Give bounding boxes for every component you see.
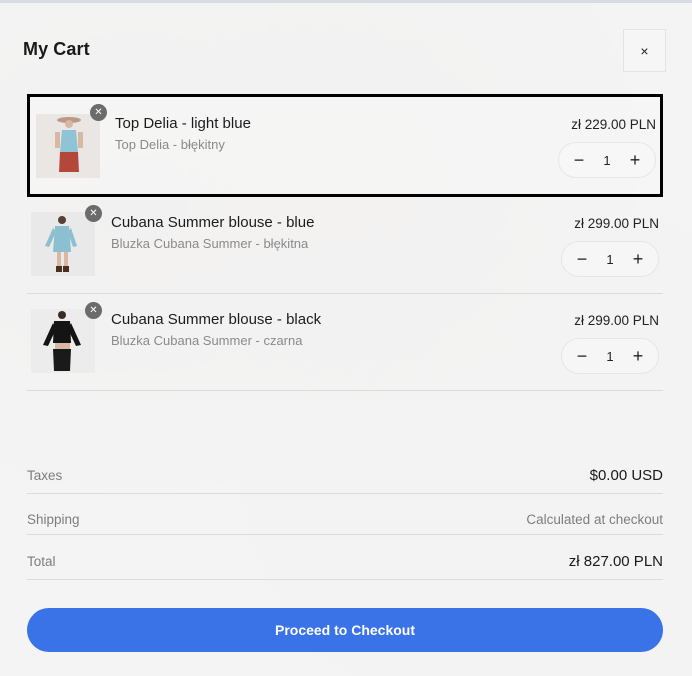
item-name: Cubana Summer blouse - black	[111, 311, 322, 328]
cart-drawer: My Cart × ✕ Top Delia - light blue Top D…	[0, 0, 692, 676]
item-price: zł 299.00 PLN	[574, 313, 659, 328]
decrement-button[interactable]: −	[574, 347, 590, 365]
product-image-top-delia[interactable]	[36, 114, 100, 178]
increment-button[interactable]: +	[630, 250, 646, 268]
remove-item-button[interactable]: ✕	[85, 205, 102, 222]
shipping-value: Calculated at checkout	[526, 512, 663, 527]
cart-item: ✕ Cubana Summer blouse - blue Bluzka Cub…	[27, 198, 663, 293]
total-label: Total	[27, 554, 56, 569]
decrement-button[interactable]: −	[571, 151, 587, 169]
quantity-stepper: − 1 +	[561, 241, 659, 277]
item-divider	[27, 293, 663, 294]
quantity-value: 1	[606, 348, 614, 364]
item-subname: Bluzka Cubana Summer - błękitna	[111, 236, 309, 251]
total-value: zł 827.00 PLN	[568, 553, 663, 570]
summary-divider	[27, 534, 663, 535]
increment-button[interactable]: +	[627, 151, 643, 169]
item-price: zł 229.00 PLN	[571, 117, 656, 132]
summary-divider	[27, 579, 663, 580]
cart-item: ✕ Cubana Summer blouse - black Bluzka Cu…	[27, 295, 663, 390]
item-subname: Bluzka Cubana Summer - czarna	[111, 333, 303, 348]
decrement-button[interactable]: −	[574, 250, 590, 268]
shipping-label: Shipping	[27, 512, 80, 527]
close-icon: ×	[640, 42, 649, 59]
cart-item: ✕ Top Delia - light blue Top Delia - błę…	[27, 94, 663, 197]
item-divider	[27, 390, 663, 391]
quantity-value: 1	[606, 251, 614, 267]
item-name: Cubana Summer blouse - blue	[111, 214, 315, 231]
quantity-value: 1	[603, 152, 611, 168]
checkout-button[interactable]: Proceed to Checkout	[27, 608, 663, 652]
item-price: zł 299.00 PLN	[574, 216, 659, 231]
taxes-value: $0.00 USD	[589, 467, 663, 484]
cart-title: My Cart	[23, 39, 90, 59]
remove-item-button[interactable]: ✕	[90, 104, 107, 121]
increment-button[interactable]: +	[630, 347, 646, 365]
quantity-stepper: − 1 +	[558, 142, 656, 178]
close-button[interactable]: ×	[623, 29, 666, 72]
remove-item-button[interactable]: ✕	[85, 302, 102, 319]
taxes-label: Taxes	[27, 468, 63, 483]
quantity-stepper: − 1 +	[561, 338, 659, 374]
product-image-cubana-black[interactable]	[31, 309, 95, 373]
item-subname: Top Delia - błękitny	[115, 137, 225, 152]
product-image-cubana-blue[interactable]	[31, 212, 95, 276]
item-name: Top Delia - light blue	[115, 115, 251, 132]
summary-divider	[27, 493, 663, 494]
